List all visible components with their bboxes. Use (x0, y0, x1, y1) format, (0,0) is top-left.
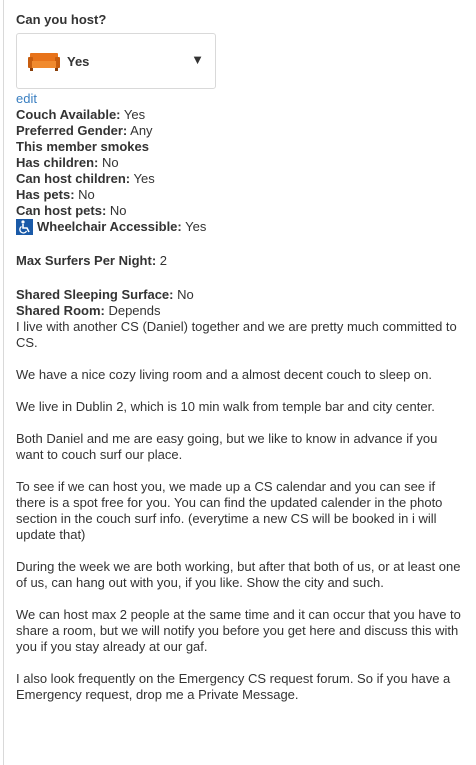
detail-shared-room: Shared Room: Depends (16, 303, 161, 318)
caret-down-icon: ▼ (191, 52, 204, 67)
detail-can-host-children: Can host children: Yes (16, 171, 155, 186)
detail-preferred-gender: Preferred Gender: Any (16, 123, 153, 138)
detail-has-pets: Has pets: No (16, 187, 95, 202)
description-paragraph: We have a nice cozy living room and a al… (16, 367, 432, 382)
description-paragraph: I live with another CS (Daniel) together… (16, 319, 457, 350)
detail-wheelchair: Wheelchair Accessible: Yes (16, 219, 468, 235)
host-status-select[interactable]: Yes ▼ (16, 33, 216, 89)
detail-couch-available: Couch Available: Yes (16, 107, 146, 122)
host-status-value: Yes (67, 53, 90, 69)
description-paragraph: Both Daniel and me are easy going, but w… (16, 431, 438, 462)
left-divider (3, 0, 4, 765)
edit-link[interactable]: edit (16, 91, 468, 107)
description-paragraph: During the week we are both working, but… (16, 559, 461, 590)
wheelchair-icon (16, 219, 33, 235)
couch-icon (28, 53, 60, 71)
detail-has-children: Has children: No (16, 155, 119, 170)
description-paragraph: We can host max 2 people at the same tim… (16, 607, 461, 654)
description-paragraph: We live in Dublin 2, which is 10 min wal… (16, 399, 435, 414)
detail-max-surfers: Max Surfers Per Night: 2 (16, 253, 167, 268)
detail-smokes: This member smokes (16, 139, 149, 154)
host-section: Can you host? Yes ▼ edit Couch Available… (16, 0, 468, 703)
description-paragraph: To see if we can host you, we made up a … (16, 479, 443, 542)
detail-can-host-pets: Can host pets: No (16, 203, 127, 218)
detail-shared-sleeping: Shared Sleeping Surface: No (16, 287, 194, 302)
host-title: Can you host? (16, 12, 107, 27)
description-paragraph: I also look frequently on the Emergency … (16, 671, 451, 702)
